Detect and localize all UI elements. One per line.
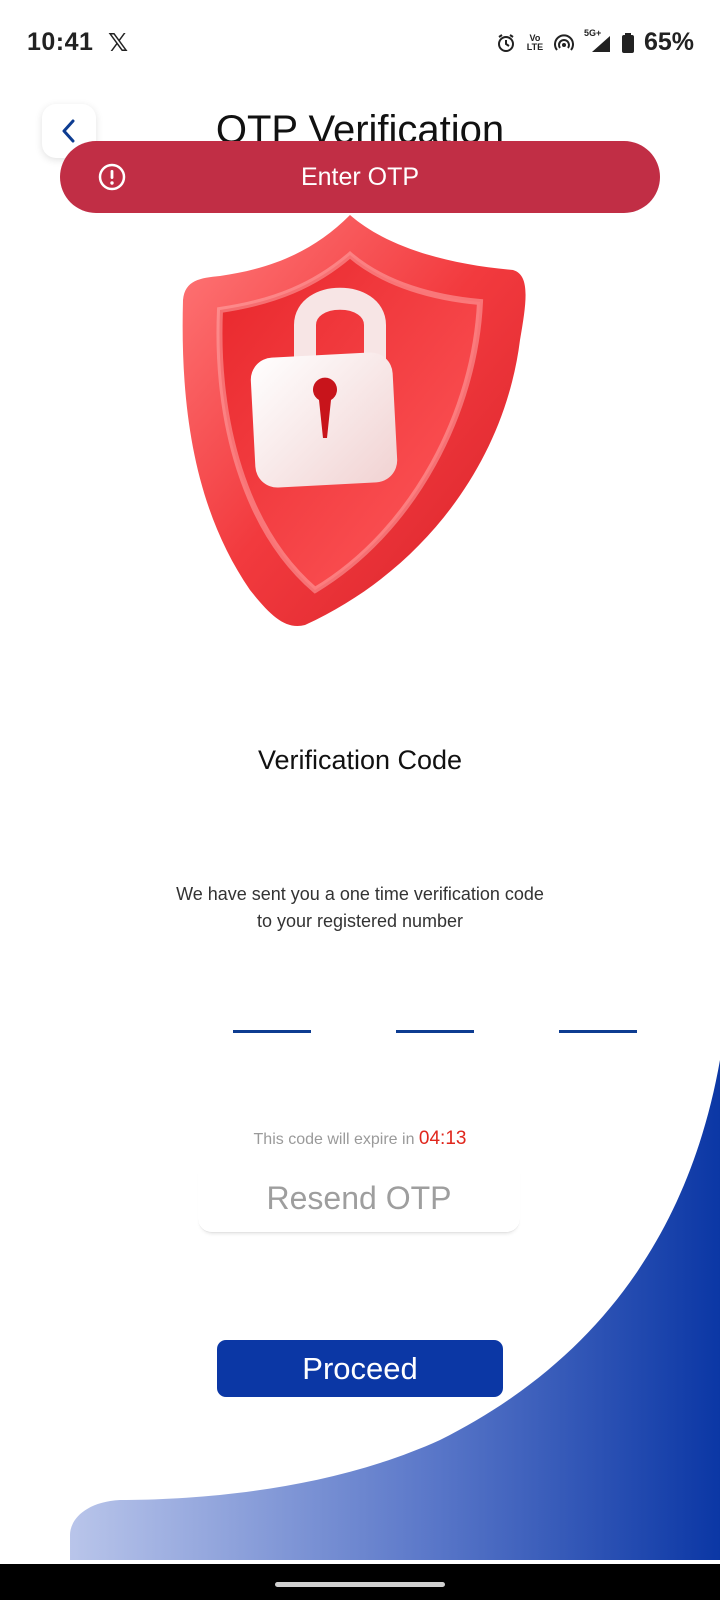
alarm-icon (496, 33, 516, 53)
decorative-wave (70, 1060, 720, 1560)
hotspot-icon (554, 33, 574, 53)
description-line-1: We have sent you a one time verification… (176, 884, 544, 904)
chevron-left-icon (62, 119, 75, 143)
status-bar: 10:41 𝕏 Vo LTE 5G+ 65% (0, 0, 720, 84)
status-icons: Vo LTE 5G+ 65% (496, 28, 694, 57)
otp-digit-field-1[interactable] (233, 1030, 311, 1033)
verification-code-heading: Verification Code (257, 745, 463, 775)
home-gesture-handle[interactable] (275, 1582, 445, 1587)
status-time: 10:41 (27, 28, 94, 56)
network-type: 5G+ (583, 27, 602, 38)
battery-percentage: 65% (643, 28, 694, 56)
battery-icon (621, 32, 634, 53)
system-nav-bar (0, 1564, 720, 1600)
otp-digit-field-3[interactable] (559, 1030, 637, 1033)
otp-digit-field-2[interactable] (396, 1030, 474, 1033)
shield-lock-icon (182, 215, 526, 626)
toast-message: Enter OTP (300, 162, 420, 191)
signal-icon: 5G+ (584, 28, 612, 54)
proceed-button[interactable]: Proceed (217, 1340, 503, 1397)
volte-icon: Vo LTE (526, 32, 544, 52)
alert-circle-icon (98, 163, 126, 191)
error-toast: Enter OTP (60, 141, 660, 213)
verification-description: We have sent you a one time verification… (120, 881, 600, 935)
description-line-2: to your registered number (256, 911, 464, 931)
x-app-icon: 𝕏 (108, 29, 129, 57)
